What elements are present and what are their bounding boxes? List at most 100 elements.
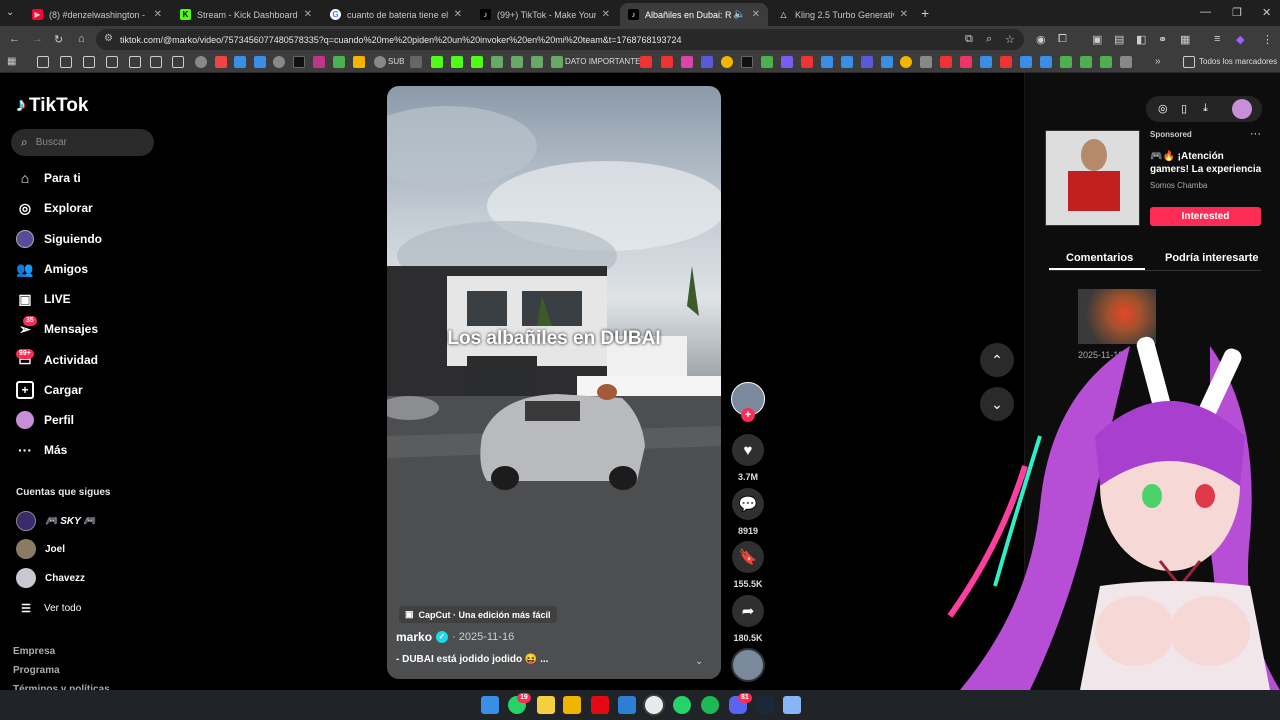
bookmark-folder-icon[interactable] [150,56,162,68]
like-button[interactable]: ♥ 3.7M [731,434,765,482]
apps-grid-icon[interactable]: ▦ [7,56,16,67]
site-settings-icon[interactable]: ⚙ [104,33,113,44]
windows-start-icon[interactable] [481,696,499,714]
bookmark-icon[interactable] [195,56,207,68]
close-tab-icon[interactable]: ✕ [454,9,462,20]
bookmark-icon[interactable] [333,56,345,68]
bookmark-icon[interactable] [841,56,853,68]
extension-icon[interactable]: ◧ [1136,33,1146,46]
all-bookmarks-folder-icon[interactable] [1183,56,1195,68]
nav-perfil[interactable]: Perfil [16,409,74,431]
expand-description-icon[interactable]: ⌄ [695,656,703,667]
bookmark-icon[interactable] [1100,56,1112,68]
tab-active-video[interactable]: ♪ Albañiles en Dubai: Realida 🔈 ✕ [620,3,768,26]
bookmark-icon[interactable] [861,56,873,68]
following-account[interactable]: 🎮 SKY 🎮 [16,511,96,531]
bookmark-folder-icon[interactable] [172,56,184,68]
extension-icon[interactable]: ▦ [1180,33,1190,46]
bookmark-folder-icon[interactable] [60,56,72,68]
follow-plus-icon[interactable]: + [741,408,755,422]
extension-icon[interactable]: ▣ [1092,33,1102,46]
nav-mas[interactable]: ··· Más [16,439,67,461]
spotify-icon[interactable] [701,696,719,714]
close-window-icon[interactable]: ✕ [1262,6,1271,19]
bookmark-icon[interactable] [1080,56,1092,68]
bookmark-icon[interactable] [761,56,773,68]
bookmark-icon[interactable] [1060,56,1072,68]
bookmark-icon[interactable] [960,56,972,68]
app-icon[interactable] [618,696,636,714]
video-player[interactable]: Los albañiles en DUBAI ▣ CapCut · Una ed… [387,86,721,679]
compass-icon[interactable]: ◎ [1158,102,1168,115]
bookmark-icon[interactable] [1040,56,1052,68]
extension-game-icon[interactable]: ◉ [1036,33,1046,46]
bookmark-folder-icon[interactable] [83,56,95,68]
bookmark-icon[interactable] [1020,56,1032,68]
ad-thumbnail[interactable] [1045,130,1140,226]
install-app-icon[interactable]: ⧉ [965,33,973,46]
close-tab-icon[interactable]: ✕ [602,9,610,20]
capcut-tag[interactable]: ▣ CapCut · Una edición más fácil [399,606,557,623]
link-icon[interactable]: ⚭ [1158,33,1167,46]
ad-more-icon[interactable]: ··· [1250,128,1261,140]
bookmark-icon[interactable] [661,56,673,68]
bookmark-folder-icon[interactable] [37,56,49,68]
tab-google[interactable]: G cuanto de bateria tiene el sam ✕ [322,3,470,26]
bookmark-icon[interactable] [551,56,563,68]
ad-brand[interactable]: Somos Chamba [1150,181,1207,190]
tab-podria-interesarte[interactable]: Podría interesarte [1165,252,1259,264]
bookmark-instagram-icon[interactable] [313,56,325,68]
notepad-icon[interactable] [783,696,801,714]
bookmark-icon[interactable] [821,56,833,68]
footer-link[interactable]: Empresa [13,646,55,657]
netflix-icon[interactable] [591,696,609,714]
bookmark-icon[interactable] [640,56,652,68]
file-explorer-icon[interactable] [563,696,581,714]
bookmark-folder-icon[interactable] [106,56,118,68]
bookmark-tiktok-icon[interactable] [293,56,305,68]
sticky-notes-icon[interactable] [537,696,555,714]
bookmark-icon[interactable] [374,56,386,68]
nav-explorar[interactable]: ◎ Explorar [16,197,93,219]
extension-icon[interactable]: ▤ [1114,33,1124,46]
bookmark-kick-icon[interactable] [451,56,463,68]
minimize-icon[interactable]: — [1200,6,1211,18]
tiktok-logo[interactable]: ♪ TikTok [16,94,88,117]
ad-title[interactable]: 🎮🔥 ¡Atención gamers! La experiencia [1150,150,1262,178]
nav-live[interactable]: ▣ LIVE [16,288,70,310]
music-disc-avatar[interactable] [731,648,765,682]
close-tab-icon[interactable]: ✕ [900,9,908,20]
nav-cargar[interactable]: + Cargar [16,379,83,401]
following-account[interactable]: Joel [16,539,65,559]
footer-link[interactable]: Programa [13,665,60,676]
new-tab-icon[interactable]: + [921,5,929,21]
close-tab-icon[interactable]: ✕ [752,9,760,20]
tab-youtube[interactable]: ▶ (8) #denzelwashington - YouTube ✕ [24,3,170,26]
close-tab-icon[interactable]: ✕ [304,9,312,20]
bookmark-icon[interactable] [900,56,912,68]
save-button[interactable]: 🔖 155.5K [731,541,765,589]
bookmark-star-icon[interactable]: ☆ [1005,33,1015,46]
maximize-icon[interactable]: ❐ [1232,6,1242,19]
bookmark-icon[interactable] [410,56,422,68]
nav-amigos[interactable]: 👥 Amigos [16,258,88,280]
home-browser-icon[interactable]: ⌂ [78,33,85,45]
bookmark-icon[interactable] [511,56,523,68]
bookmark-icon[interactable] [980,56,992,68]
profile-extension-icon[interactable]: ◆ [1236,33,1244,46]
reload-icon[interactable]: ↻ [54,33,63,46]
all-bookmarks[interactable]: Todos los marcadores [1199,57,1277,66]
zoom-icon[interactable]: ⌕ [986,33,992,46]
download-icon[interactable]: ⤓ [1203,102,1208,115]
interested-button[interactable]: Interested [1150,207,1261,226]
bookmark-icon[interactable] [1120,56,1132,68]
following-account[interactable]: Chavezz [16,568,85,588]
bookmark-icon[interactable] [721,56,733,68]
extensions-icon[interactable]: ⧠ [1058,33,1067,46]
bookmark-icon[interactable] [920,56,932,68]
tab-tiktok[interactable]: ♪ (99+) TikTok - Make Your Day ✕ [472,3,618,26]
mute-tab-icon[interactable]: 🔈 [733,9,745,20]
tab-comments[interactable]: Comentarios [1066,252,1133,264]
nav-siguiendo[interactable]: Siguiendo [16,228,102,250]
bookmark-kick-icon[interactable] [471,56,483,68]
